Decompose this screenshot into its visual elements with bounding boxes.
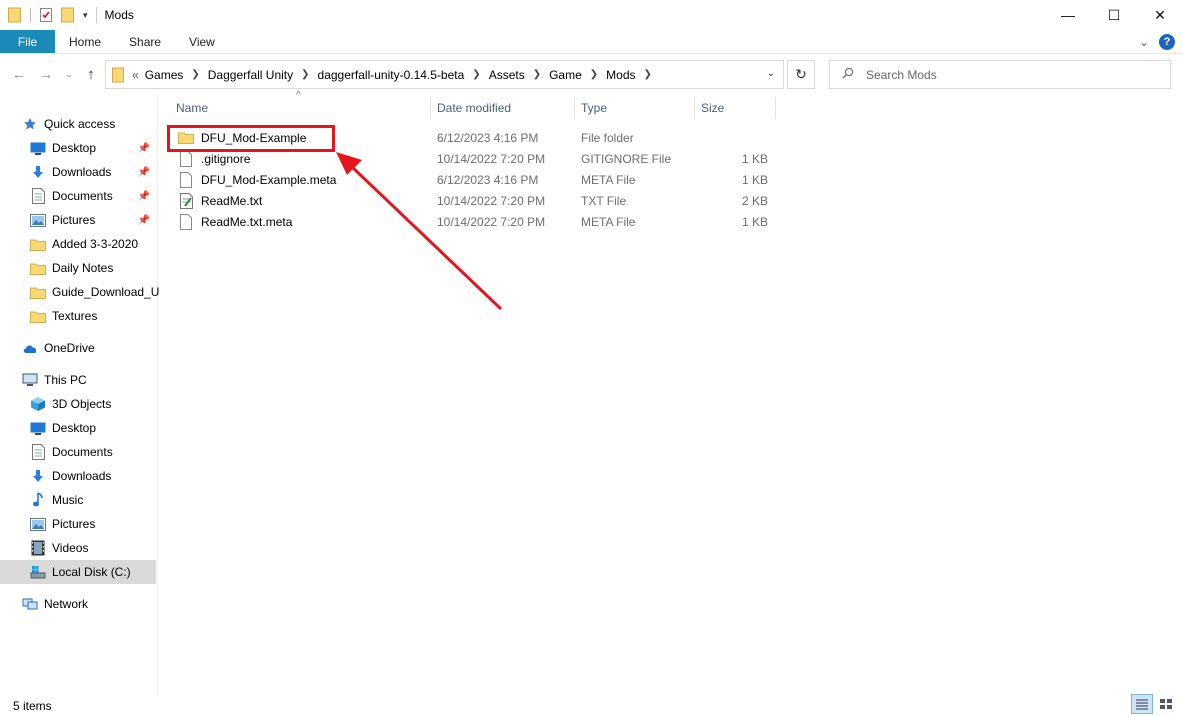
large-icons-view-icon[interactable] [1155, 694, 1177, 714]
view-switcher [1131, 694, 1177, 714]
details-view-icon[interactable] [1131, 694, 1153, 714]
status-item-count: 5 items [13, 699, 52, 713]
annotation-arrow [336, 152, 503, 311]
